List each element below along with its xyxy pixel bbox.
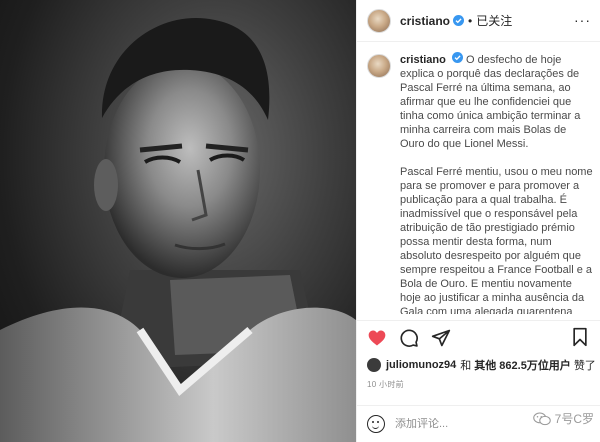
comment-input[interactable] [395,418,505,430]
likes-and-label: 和 [460,360,472,372]
caption-section: cristiano O desfecho de hoje explica o p… [367,52,593,314]
action-bar [357,320,600,354]
more-icon[interactable]: ··· [574,12,591,28]
caption-text: cristiano O desfecho de hoje explica o p… [400,52,593,314]
header-separator: • [468,13,473,28]
share-icon[interactable] [431,328,451,348]
bookmark-icon[interactable] [570,327,590,347]
likes-liked-label: 赞了 [573,360,596,372]
portrait-image [0,17,356,442]
verified-badge-icon [453,15,465,26]
post-photo[interactable] [0,0,356,442]
author-avatar[interactable] [367,8,391,33]
likes-suffix[interactable]: 位用户 [538,357,571,373]
post-timestamp[interactable]: 10 小时前 [367,379,404,390]
post-details-panel: cristiano • 已关注 ··· cristiano O desfecho… [356,0,600,442]
emoji-icon[interactable] [367,415,385,433]
post-header: cristiano • 已关注 ··· [357,0,600,42]
wechat-icon [532,411,551,425]
verified-badge-icon [451,52,463,63]
comment-icon[interactable] [399,328,419,348]
caption-username[interactable]: cristiano [400,54,446,66]
liker-username[interactable]: juliomunoz94 [386,359,456,371]
caption-paragraph-1: O desfecho de hoje explica o porquê das … [400,54,581,150]
caption-avatar[interactable] [367,54,391,78]
likes-others-label[interactable]: 其他 [474,357,496,373]
author-username[interactable]: cristiano [400,14,450,28]
heart-icon[interactable] [367,328,387,348]
liker-avatar[interactable] [367,358,381,372]
likes-summary: juliomunoz94 和 其他 862.5万 位用户 赞了 [367,357,599,373]
caption-paragraph-2: Pascal Ferré mentiu, usou o meu nome par… [400,166,593,314]
watermark-text: 7号C罗 [554,412,594,426]
watermark: 7号C罗 [532,410,594,427]
likes-count[interactable]: 862.5万 [499,357,538,373]
follow-status-button[interactable]: 已关注 [476,12,512,29]
